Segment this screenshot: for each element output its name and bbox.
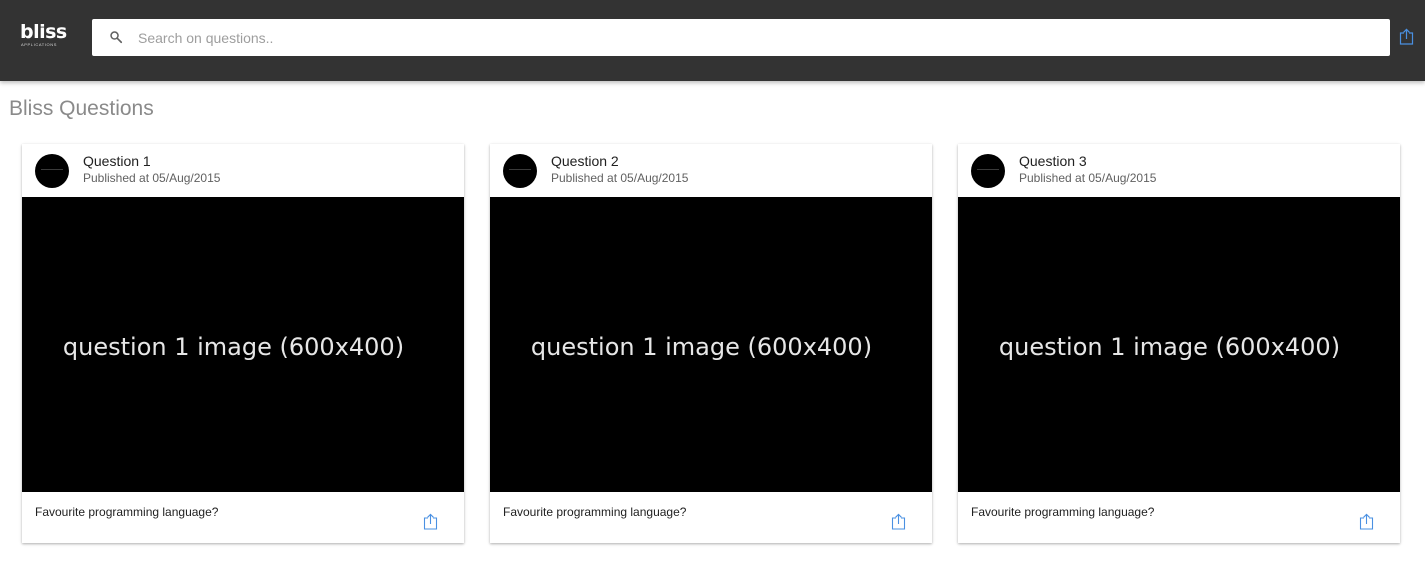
bliss-logo[interactable]: bliss APPLICATIONS [20,21,67,52]
question-card[interactable]: Question 2 Published at 05/Aug/2015 ques… [490,144,932,543]
search-bar [92,19,1390,56]
question-title: Question 1 [83,153,151,169]
search-icon [110,31,123,44]
question-published-date: Published at 05/Aug/2015 [551,171,689,185]
question-image-caption: question 1 image (600x400) [998,333,1341,361]
page-title: Bliss Questions [9,97,154,120]
share-icon[interactable] [1399,28,1414,45]
question-text: Favourite programming language? [503,505,687,519]
top-app-bar: bliss APPLICATIONS [0,0,1425,81]
question-title: Question 3 [1019,153,1087,169]
question-image-caption: question 1 image (600x400) [530,333,873,361]
share-icon[interactable] [891,513,906,530]
logo-subtext: APPLICATIONS [21,42,58,47]
question-image[interactable]: question 1 image (600x400) [22,197,464,492]
question-image[interactable]: question 1 image (600x400) [958,197,1400,492]
question-published-date: Published at 05/Aug/2015 [83,171,221,185]
question-title: Question 2 [551,153,619,169]
share-icon[interactable] [423,513,438,530]
question-card[interactable]: Question 1 Published at 05/Aug/2015 ques… [22,144,464,543]
avatar [503,154,537,188]
question-text: Favourite programming language? [35,505,219,519]
share-icon[interactable] [1359,513,1374,530]
question-image[interactable]: question 1 image (600x400) [490,197,932,492]
avatar [971,154,1005,188]
search-input[interactable] [138,19,1368,56]
avatar [35,154,69,188]
question-text: Favourite programming language? [971,505,1155,519]
question-published-date: Published at 05/Aug/2015 [1019,171,1157,185]
logo-wordmark: bliss [20,21,67,43]
question-image-caption: question 1 image (600x400) [62,333,405,361]
question-card[interactable]: Question 3 Published at 05/Aug/2015 ques… [958,144,1400,543]
